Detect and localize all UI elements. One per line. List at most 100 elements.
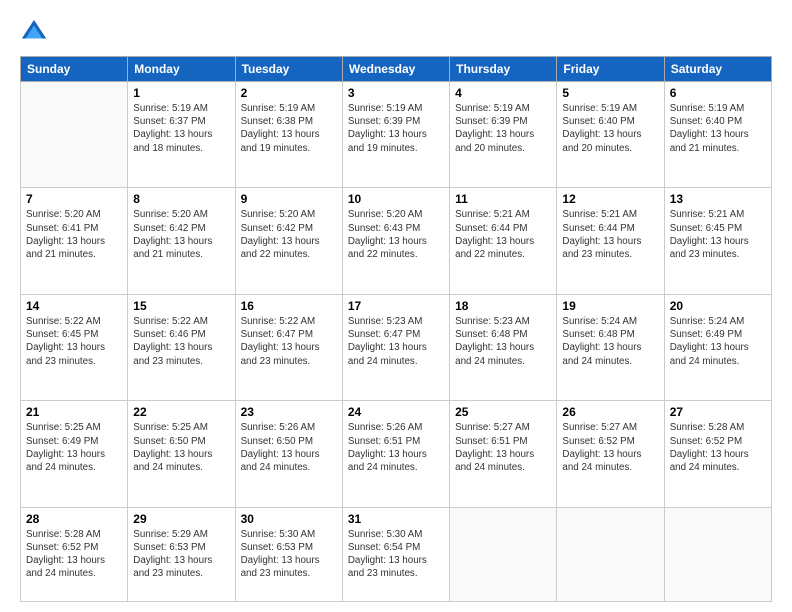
day-info: Sunrise: 5:29 AM Sunset: 6:53 PM Dayligh… [133, 528, 229, 581]
calendar-cell: 16 Sunrise: 5:22 AM Sunset: 6:47 PM Dayli… [235, 294, 342, 400]
day-info: Sunrise: 5:20 AM Sunset: 6:43 PM Dayligh… [348, 208, 444, 261]
day-number: 25 [455, 405, 551, 419]
day-number: 30 [241, 512, 337, 526]
day-info: Sunrise: 5:28 AM Sunset: 6:52 PM Dayligh… [670, 421, 766, 474]
week-row-4: 21 Sunrise: 5:25 AM Sunset: 6:49 PM Dayli… [21, 401, 772, 507]
days-of-week-row: SundayMondayTuesdayWednesdayThursdayFrid… [21, 57, 772, 82]
day-info: Sunrise: 5:27 AM Sunset: 6:52 PM Dayligh… [562, 421, 658, 474]
calendar-cell [664, 507, 771, 601]
calendar-cell: 29 Sunrise: 5:29 AM Sunset: 6:53 PM Dayli… [128, 507, 235, 601]
calendar-header: SundayMondayTuesdayWednesdayThursdayFrid… [21, 57, 772, 82]
day-number: 15 [133, 299, 229, 313]
day-info: Sunrise: 5:22 AM Sunset: 6:45 PM Dayligh… [26, 315, 122, 368]
day-info: Sunrise: 5:27 AM Sunset: 6:51 PM Dayligh… [455, 421, 551, 474]
day-info: Sunrise: 5:25 AM Sunset: 6:50 PM Dayligh… [133, 421, 229, 474]
calendar-cell: 6 Sunrise: 5:19 AM Sunset: 6:40 PM Daylig… [664, 82, 771, 188]
calendar-cell: 2Sunrise: 5:19 AM Sunset: 6:38 PM Daylig… [235, 82, 342, 188]
day-number: 13 [670, 192, 766, 206]
day-info: Sunrise: 5:21 AM Sunset: 6:44 PM Dayligh… [455, 208, 551, 261]
calendar-cell: 28Sunrise: 5:28 AM Sunset: 6:52 PM Dayli… [21, 507, 128, 601]
calendar-cell: 18 Sunrise: 5:23 AM Sunset: 6:48 PM Dayli… [450, 294, 557, 400]
day-header-sunday: Sunday [21, 57, 128, 82]
calendar-cell: 5 Sunrise: 5:19 AM Sunset: 6:40 PM Daylig… [557, 82, 664, 188]
day-number: 11 [455, 192, 551, 206]
calendar-cell [557, 507, 664, 601]
day-info: Sunrise: 5:21 AM Sunset: 6:45 PM Dayligh… [670, 208, 766, 261]
day-number: 31 [348, 512, 444, 526]
day-info: Sunrise: 5:24 AM Sunset: 6:49 PM Dayligh… [670, 315, 766, 368]
calendar: SundayMondayTuesdayWednesdayThursdayFrid… [20, 56, 772, 602]
calendar-cell: 4Sunrise: 5:19 AM Sunset: 6:39 PM Daylig… [450, 82, 557, 188]
day-number: 10 [348, 192, 444, 206]
day-info: Sunrise: 5:23 AM Sunset: 6:48 PM Dayligh… [455, 315, 551, 368]
day-header-wednesday: Wednesday [342, 57, 449, 82]
page: SundayMondayTuesdayWednesdayThursdayFrid… [0, 0, 792, 612]
calendar-cell: 13 Sunrise: 5:21 AM Sunset: 6:45 PM Dayli… [664, 188, 771, 294]
day-number: 29 [133, 512, 229, 526]
calendar-cell: 25 Sunrise: 5:27 AM Sunset: 6:51 PM Dayli… [450, 401, 557, 507]
day-info: Sunrise: 5:19 AM Sunset: 6:40 PM Dayligh… [670, 102, 766, 155]
day-info: Sunrise: 5:28 AM Sunset: 6:52 PM Dayligh… [26, 528, 122, 581]
day-info: Sunrise: 5:26 AM Sunset: 6:51 PM Dayligh… [348, 421, 444, 474]
calendar-cell: 3 Sunrise: 5:19 AM Sunset: 6:39 PM Daylig… [342, 82, 449, 188]
day-info: Sunrise: 5:24 AM Sunset: 6:48 PM Dayligh… [562, 315, 658, 368]
calendar-cell: 22 Sunrise: 5:25 AM Sunset: 6:50 PM Dayli… [128, 401, 235, 507]
calendar-cell: 1 Sunrise: 5:19 AM Sunset: 6:37 PM Daylig… [128, 82, 235, 188]
day-info: Sunrise: 5:21 AM Sunset: 6:44 PM Dayligh… [562, 208, 658, 261]
day-number: 27 [670, 405, 766, 419]
week-row-2: 7Sunrise: 5:20 AM Sunset: 6:41 PM Daylig… [21, 188, 772, 294]
logo [20, 18, 52, 46]
day-number: 8 [133, 192, 229, 206]
logo-icon [20, 18, 48, 46]
day-number: 22 [133, 405, 229, 419]
day-number: 6 [670, 86, 766, 100]
day-info: Sunrise: 5:22 AM Sunset: 6:46 PM Dayligh… [133, 315, 229, 368]
calendar-cell: 12 Sunrise: 5:21 AM Sunset: 6:44 PM Dayli… [557, 188, 664, 294]
calendar-cell: 14 Sunrise: 5:22 AM Sunset: 6:45 PM Dayli… [21, 294, 128, 400]
day-number: 24 [348, 405, 444, 419]
day-number: 26 [562, 405, 658, 419]
day-number: 5 [562, 86, 658, 100]
calendar-cell: 21 Sunrise: 5:25 AM Sunset: 6:49 PM Dayli… [21, 401, 128, 507]
calendar-cell: 9Sunrise: 5:20 AM Sunset: 6:42 PM Daylig… [235, 188, 342, 294]
day-info: Sunrise: 5:19 AM Sunset: 6:39 PM Dayligh… [348, 102, 444, 155]
day-header-saturday: Saturday [664, 57, 771, 82]
header [20, 18, 772, 46]
day-number: 21 [26, 405, 122, 419]
calendar-cell: 27 Sunrise: 5:28 AM Sunset: 6:52 PM Dayli… [664, 401, 771, 507]
day-number: 1 [133, 86, 229, 100]
day-number: 16 [241, 299, 337, 313]
calendar-cell: 23Sunrise: 5:26 AM Sunset: 6:50 PM Dayli… [235, 401, 342, 507]
day-info: Sunrise: 5:25 AM Sunset: 6:49 PM Dayligh… [26, 421, 122, 474]
day-info: Sunrise: 5:20 AM Sunset: 6:42 PM Dayligh… [241, 208, 337, 261]
day-number: 12 [562, 192, 658, 206]
day-header-friday: Friday [557, 57, 664, 82]
calendar-cell: 31Sunrise: 5:30 AM Sunset: 6:54 PM Dayli… [342, 507, 449, 601]
day-number: 17 [348, 299, 444, 313]
day-info: Sunrise: 5:26 AM Sunset: 6:50 PM Dayligh… [241, 421, 337, 474]
day-info: Sunrise: 5:30 AM Sunset: 6:53 PM Dayligh… [241, 528, 337, 581]
week-row-1: 1 Sunrise: 5:19 AM Sunset: 6:37 PM Daylig… [21, 82, 772, 188]
calendar-cell: 8 Sunrise: 5:20 AM Sunset: 6:42 PM Daylig… [128, 188, 235, 294]
day-info: Sunrise: 5:19 AM Sunset: 6:39 PM Dayligh… [455, 102, 551, 155]
calendar-cell: 7Sunrise: 5:20 AM Sunset: 6:41 PM Daylig… [21, 188, 128, 294]
week-row-5: 28Sunrise: 5:28 AM Sunset: 6:52 PM Dayli… [21, 507, 772, 601]
calendar-cell: 19Sunrise: 5:24 AM Sunset: 6:48 PM Dayli… [557, 294, 664, 400]
calendar-cell: 15 Sunrise: 5:22 AM Sunset: 6:46 PM Dayli… [128, 294, 235, 400]
calendar-cell: 11 Sunrise: 5:21 AM Sunset: 6:44 PM Dayli… [450, 188, 557, 294]
calendar-cell: 20Sunrise: 5:24 AM Sunset: 6:49 PM Dayli… [664, 294, 771, 400]
day-number: 7 [26, 192, 122, 206]
day-number: 18 [455, 299, 551, 313]
week-row-3: 14 Sunrise: 5:22 AM Sunset: 6:45 PM Dayli… [21, 294, 772, 400]
calendar-cell [450, 507, 557, 601]
day-info: Sunrise: 5:20 AM Sunset: 6:42 PM Dayligh… [133, 208, 229, 261]
day-number: 3 [348, 86, 444, 100]
day-info: Sunrise: 5:19 AM Sunset: 6:37 PM Dayligh… [133, 102, 229, 155]
calendar-cell: 24 Sunrise: 5:26 AM Sunset: 6:51 PM Dayli… [342, 401, 449, 507]
day-header-tuesday: Tuesday [235, 57, 342, 82]
day-header-thursday: Thursday [450, 57, 557, 82]
day-info: Sunrise: 5:19 AM Sunset: 6:40 PM Dayligh… [562, 102, 658, 155]
day-info: Sunrise: 5:23 AM Sunset: 6:47 PM Dayligh… [348, 315, 444, 368]
day-info: Sunrise: 5:22 AM Sunset: 6:47 PM Dayligh… [241, 315, 337, 368]
day-number: 14 [26, 299, 122, 313]
